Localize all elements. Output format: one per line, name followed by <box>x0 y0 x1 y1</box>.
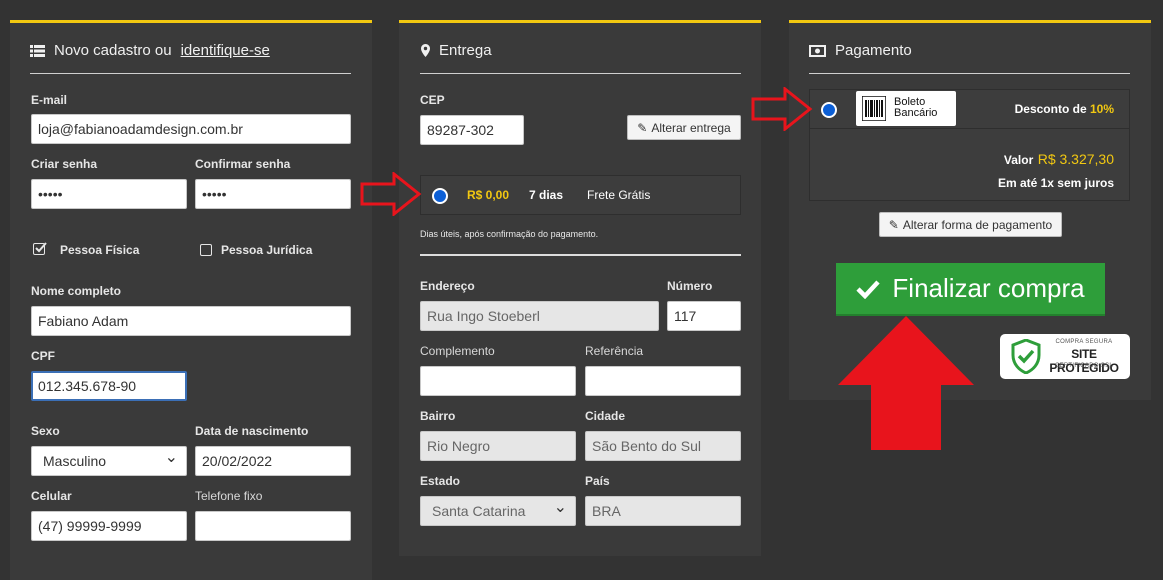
arrow-right-icon <box>751 87 813 131</box>
shipping-radio[interactable] <box>432 188 448 204</box>
number-field[interactable]: 117 <box>667 301 741 331</box>
country-field[interactable]: BRA <box>585 496 741 526</box>
change-delivery-button[interactable]: ✎ Alterar entrega <box>627 115 741 140</box>
pessoa-fisica-label[interactable]: Pessoa Física <box>60 243 139 257</box>
fullname-label: Nome completo <box>31 284 122 298</box>
reference-label: Referência <box>585 344 644 358</box>
email-field[interactable]: loja@fabianoadamdesign.com.br <box>31 114 351 144</box>
password-label: Criar senha <box>31 157 98 171</box>
pessoa-fisica-checkbox[interactable] <box>33 242 47 257</box>
pencil-icon: ✎ <box>637 120 648 135</box>
reference-field[interactable] <box>585 366 741 396</box>
arrow-up-icon <box>838 316 974 450</box>
shipping-price: R$ 0,00 <box>467 188 510 202</box>
ssl-main-text: SITE PROTEGIDO <box>1049 347 1119 375</box>
divider <box>420 73 741 74</box>
finalize-purchase-label: Finalizar compra <box>892 273 1085 303</box>
divider <box>420 254 741 256</box>
country-label: País <box>585 474 610 488</box>
installments-text: Em até 1x sem juros <box>997 176 1114 190</box>
change-payment-label: Alterar forma de pagamento <box>902 217 1053 232</box>
payment-radio[interactable] <box>821 102 837 118</box>
ssl-top-text: COMPRA SEGURA <box>1055 339 1113 345</box>
city-label: Cidade <box>585 409 626 423</box>
state-label: Estado <box>420 474 461 488</box>
email-label: E-mail <box>31 93 68 107</box>
finalize-purchase-button[interactable]: Finalizar compra <box>836 263 1105 316</box>
checkmark-icon <box>856 279 881 299</box>
shipping-note: Dias úteis, após confirmação do pagament… <box>420 229 599 239</box>
cpf-label: CPF <box>31 349 55 363</box>
cellphone-label: Celular <box>31 489 72 503</box>
discount-text: Desconto de 10% <box>1015 102 1114 116</box>
district-field[interactable]: Rio Negro <box>420 431 576 461</box>
sex-select[interactable]: Masculino <box>31 446 187 476</box>
delivery-title: Entrega <box>421 42 492 59</box>
shipping-name: Frete Grátis <box>587 188 651 202</box>
discount-label: Desconto de <box>1014 102 1087 116</box>
map-marker-icon <box>421 44 430 57</box>
value-amount: R$ 3.327,30 <box>1037 151 1114 167</box>
arrow-right-icon <box>360 172 422 216</box>
district-label: Bairro <box>420 409 456 423</box>
boleto-badge: Boleto Bancário <box>856 91 956 126</box>
list-icon <box>30 44 45 57</box>
ssl-seal: COMPRA SEGURA SITE PROTEGIDO CERTIFICADO… <box>1000 334 1130 379</box>
password-field[interactable]: ••••• <box>31 179 187 209</box>
boleto-label-2: Bancário <box>894 107 938 119</box>
cep-field[interactable]: 89287-302 <box>420 115 524 145</box>
shipping-days: 7 dias <box>529 188 564 202</box>
number-label: Número <box>667 279 713 293</box>
registration-title: Novo cadastro ou identifique-se <box>30 42 270 59</box>
cpf-field[interactable]: 012.345.678-90 <box>31 371 187 401</box>
state-select[interactable]: Santa Catarina <box>420 496 576 526</box>
identify-link[interactable]: identifique-se <box>181 42 270 59</box>
address-label: Endereço <box>420 279 475 293</box>
fullname-field[interactable]: Fabiano Adam <box>31 306 351 336</box>
payment-title: Pagamento <box>809 42 912 59</box>
pessoa-juridica-checkbox[interactable] <box>200 244 212 256</box>
complement-field[interactable] <box>420 366 576 396</box>
confirm-password-field[interactable]: ••••• <box>195 179 351 209</box>
cep-label: CEP <box>420 93 445 107</box>
divider <box>809 73 1130 74</box>
sex-label: Sexo <box>31 424 60 438</box>
complement-label: Complemento <box>420 344 495 358</box>
barcode-icon <box>862 96 886 121</box>
delivery-panel: Entrega CEP 89287-302 ✎ Alterar entrega … <box>399 20 761 556</box>
address-field[interactable]: Rua Ingo Stoeberl <box>420 301 659 331</box>
change-payment-button[interactable]: ✎ Alterar forma de pagamento <box>879 212 1062 237</box>
check-icon <box>35 242 47 253</box>
payment-option-boleto[interactable]: Boleto Bancário Desconto de 10% Valor R$… <box>809 89 1130 201</box>
change-delivery-label: Alterar entrega <box>651 120 731 135</box>
registration-title-text: Novo cadastro ou <box>54 42 172 59</box>
payment-title-text: Pagamento <box>835 42 912 59</box>
money-icon <box>809 44 826 57</box>
pessoa-juridica-label[interactable]: Pessoa Jurídica <box>221 243 312 257</box>
registration-panel: Novo cadastro ou identifique-se E-mail l… <box>10 20 372 580</box>
confirm-password-label: Confirmar senha <box>195 157 291 171</box>
value-label: Valor <box>1003 153 1034 167</box>
birthdate-label: Data de nascimento <box>195 424 309 438</box>
delivery-title-text: Entrega <box>439 42 492 59</box>
phone-label: Telefone fixo <box>195 489 263 503</box>
phone-field[interactable] <box>195 511 351 541</box>
city-field[interactable]: São Bento do Sul <box>585 431 741 461</box>
price-text: Valor R$ 3.327,30 <box>1004 151 1114 169</box>
discount-value: 10% <box>1089 102 1114 116</box>
pencil-icon: ✎ <box>888 217 899 232</box>
cellphone-field[interactable]: (47) 99999-9999 <box>31 511 187 541</box>
shipping-option[interactable]: R$ 0,00 7 dias Frete Grátis <box>420 175 741 215</box>
shield-check-icon <box>1011 339 1041 374</box>
ssl-bottom-text: CERTIFICADO SSL <box>1054 363 1114 369</box>
birthdate-field[interactable]: 20/02/2022 <box>195 446 351 476</box>
divider <box>30 73 351 74</box>
